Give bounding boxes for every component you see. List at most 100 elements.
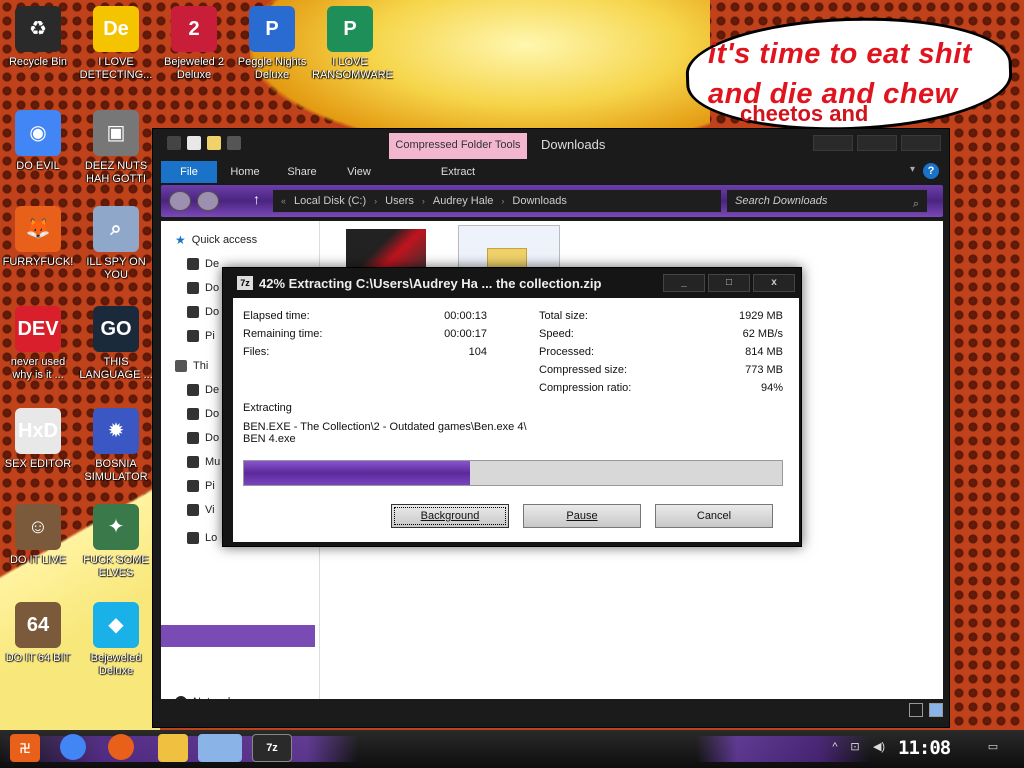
- 7zip-icon: 7z: [237, 276, 253, 290]
- chevron-right-icon: ›: [421, 196, 425, 206]
- close-button[interactable]: [901, 135, 941, 151]
- folder-icon: [187, 306, 199, 318]
- nav-this-pc-item[interactable]: Pi: [187, 477, 215, 495]
- desktop-icon[interactable]: De I LOVE DETECTING...: [78, 6, 154, 82]
- desktop-icon[interactable]: ✦ FUCK SOME ELVES: [78, 504, 154, 580]
- desktop-icon[interactable]: P Peggle Nights Deluxe: [234, 6, 310, 82]
- firefox-taskbar-icon[interactable]: [108, 734, 134, 760]
- desktop-icon-label: Recycle Bin: [8, 56, 68, 68]
- nav-this-pc[interactable]: Thi: [175, 357, 208, 375]
- nav-quick-access-item[interactable]: Do: [187, 279, 219, 297]
- desktop-icon[interactable]: 64 DO IT 64 BIT: [0, 602, 76, 665]
- desktop-icon[interactable]: ⌕ ILL SPY ON YOU: [78, 206, 154, 282]
- tab-share[interactable]: Share: [281, 161, 323, 183]
- breadcrumb-item[interactable]: Downloads: [512, 190, 566, 212]
- compressed-size-label: Compressed size:: [539, 364, 628, 376]
- tab-view[interactable]: View: [339, 161, 379, 183]
- help-icon[interactable]: ?: [923, 163, 939, 179]
- nav-label: Pi: [205, 330, 215, 342]
- tab-extract[interactable]: Extract: [389, 161, 527, 183]
- nav-this-pc-item[interactable]: Vi: [187, 501, 215, 519]
- search-icon[interactable]: ⌕: [913, 193, 919, 215]
- volume-icon[interactable]: ◀): [872, 740, 886, 754]
- address-toolbar: ↑ « Local Disk (C:) › Users › Audrey Hal…: [161, 185, 943, 217]
- nav-quick-access-item[interactable]: Pi: [187, 327, 215, 345]
- desktop-icon-image: ◆: [93, 602, 139, 648]
- desktop-icon[interactable]: ▣ DEEZ NUTS HAH GOTTI: [78, 110, 154, 186]
- large-icons-view-icon[interactable]: [929, 703, 943, 717]
- forward-button[interactable]: [197, 191, 219, 211]
- desktop-icon[interactable]: ◆ Bejeweled Deluxe: [78, 602, 154, 678]
- dialog-titlebar[interactable]: 7z 42% Extracting C:\Users\Audrey Ha ...…: [223, 268, 801, 298]
- desktop-icon-image: ☺: [15, 504, 61, 550]
- 7zip-taskbar-icon[interactable]: 7z: [252, 734, 292, 762]
- window-controls: [813, 135, 941, 151]
- close-button[interactable]: x: [753, 274, 795, 292]
- pause-button[interactable]: Pause: [523, 504, 641, 528]
- files-value: 104: [468, 346, 487, 358]
- cancel-button[interactable]: Cancel: [655, 504, 773, 528]
- desktop-icon-label: BOSNIA SIMULATOR: [84, 458, 148, 483]
- search-input[interactable]: Search Downloads ⌕: [727, 190, 927, 212]
- chevron-right-icon: ›: [501, 196, 505, 206]
- tray-chevron-icon[interactable]: ^: [828, 740, 842, 754]
- properties-icon[interactable]: [187, 136, 201, 150]
- tab-file[interactable]: File: [161, 161, 217, 183]
- nav-this-pc-item[interactable]: Do: [187, 429, 219, 447]
- desktop-icon-label: FUCK SOME ELVES: [83, 554, 149, 579]
- tab-home[interactable]: Home: [225, 161, 265, 183]
- chevron-down-icon[interactable]: [227, 136, 241, 150]
- nav-quick-access[interactable]: ★ Quick access: [175, 231, 257, 249]
- folder-icon: [187, 282, 199, 294]
- explorer-titlebar[interactable]: Compressed Folder Tools Downloads: [153, 129, 949, 159]
- nav-quick-access-item[interactable]: De: [187, 255, 219, 273]
- chrome-taskbar-icon[interactable]: [60, 734, 86, 760]
- desktop-icon[interactable]: 2 Bejeweled 2 Deluxe: [156, 6, 232, 82]
- background-button[interactable]: Background: [391, 504, 509, 528]
- nav-this-pc-item[interactable]: De: [187, 381, 219, 399]
- elapsed-time-label: Elapsed time:: [243, 310, 310, 322]
- file-explorer-taskbar-icon[interactable]: [158, 734, 188, 762]
- notification-icon[interactable]: ▭: [986, 740, 1000, 754]
- desktop-icon[interactable]: ♻ Recycle Bin: [0, 6, 76, 69]
- details-view-icon[interactable]: [909, 703, 923, 717]
- maximize-button[interactable]: □: [708, 274, 750, 292]
- desktop-icon[interactable]: P I LOVE RANSOMWARE: [312, 6, 393, 82]
- breadcrumb-item[interactable]: Users: [385, 190, 414, 212]
- nav-this-pc-item[interactable]: Lo: [187, 529, 217, 547]
- breadcrumb-item[interactable]: Local Disk (C:): [294, 190, 366, 212]
- minimize-button[interactable]: [813, 135, 853, 151]
- desktop-icon[interactable]: 🦊 FURRYFUCK!: [0, 206, 76, 269]
- desktop-icon-image: ◉: [15, 110, 61, 156]
- maximize-button[interactable]: [857, 135, 897, 151]
- desktop-icon[interactable]: GO THIS LANGUAGE ...: [78, 306, 154, 382]
- extract-progress-bar: [243, 460, 783, 486]
- desktop-icon-image: 🦊: [15, 206, 61, 252]
- nav-this-pc-item[interactable]: Do: [187, 405, 219, 423]
- tab-compressed-folder-tools[interactable]: Compressed Folder Tools: [389, 133, 527, 159]
- new-folder-icon[interactable]: [207, 136, 221, 150]
- breadcrumb-item[interactable]: Audrey Hale: [433, 190, 494, 212]
- desktop-icon[interactable]: HxD SEX EDITOR: [0, 408, 76, 471]
- back-button[interactable]: [169, 191, 191, 211]
- start-button[interactable]: 卍: [10, 734, 40, 762]
- desktop-icon-label: DO IT 64 BIT: [5, 652, 71, 664]
- desktop-icon[interactable]: DEV never used why is it ...: [0, 306, 76, 382]
- desktop-icon[interactable]: ◉ DO EVIL: [0, 110, 76, 173]
- taskbar-label: 7z: [266, 742, 278, 754]
- speed-label: Speed:: [539, 328, 574, 340]
- desktop-icon[interactable]: ☺ DO IT LIVE: [0, 504, 76, 567]
- compression-ratio-label: Compression ratio:: [539, 382, 632, 394]
- up-arrow-icon[interactable]: ↑: [253, 191, 260, 207]
- notepad-taskbar-icon[interactable]: [198, 734, 242, 762]
- network-icon[interactable]: ⊡: [848, 740, 862, 754]
- nav-this-pc-item[interactable]: Mu: [187, 453, 220, 471]
- address-bar[interactable]: « Local Disk (C:) › Users › Audrey Hale …: [273, 190, 721, 212]
- desktop-icon[interactable]: ✹ BOSNIA SIMULATOR: [78, 408, 154, 484]
- ribbon-expand-icon[interactable]: ▾: [910, 164, 915, 175]
- folder-icon: [187, 504, 199, 516]
- folder-icon: [187, 456, 199, 468]
- taskbar-clock[interactable]: 11:08 AM: [898, 734, 970, 768]
- nav-quick-access-item[interactable]: Do: [187, 303, 219, 321]
- minimize-button[interactable]: _: [663, 274, 705, 292]
